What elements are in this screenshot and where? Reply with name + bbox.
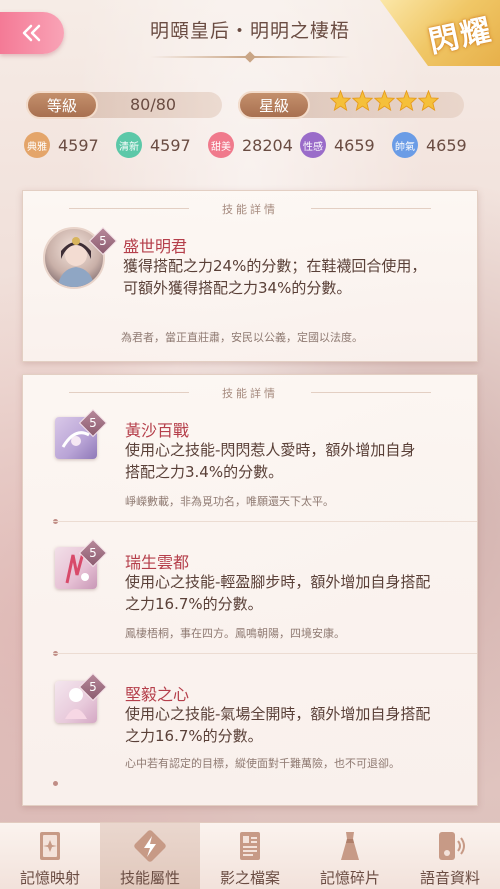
skill-level: 5: [99, 234, 107, 248]
attribute-item: 典雅 4597: [24, 132, 116, 158]
nav-label: 影之檔案: [219, 869, 280, 887]
skill-desc-line2: 之力16.7%的分數。: [125, 595, 263, 613]
title-ornament: [150, 56, 350, 58]
attribute-item: 性感 4659: [300, 132, 392, 158]
card-icon: [40, 832, 60, 860]
level-label: 等級: [26, 91, 98, 119]
skill-divider: [53, 653, 477, 654]
skill-level: 5: [89, 680, 97, 694]
skill-level: 5: [89, 416, 97, 430]
card-header: 技能詳情: [23, 201, 477, 217]
attribute-badge: 性感: [300, 132, 326, 158]
skill-desc-line1: 獲得搭配之力24%的分數；在鞋襪回合使用，: [123, 257, 427, 275]
skill-name: 盛世明君: [123, 237, 188, 256]
lightning-icon: [134, 830, 166, 862]
skill-detail-card: 技能詳情 5 盛世明君 獲得搭配之力24%的分數；在鞋襪回合使用， 可額外獲得搭…: [22, 190, 478, 362]
level-stat: 等級 80/80: [26, 91, 222, 119]
skill-divider: [53, 521, 477, 522]
document-icon: [240, 832, 260, 860]
star-icon: [418, 90, 439, 111]
star-rating: [330, 90, 439, 111]
attribute-value: 4659: [426, 135, 467, 155]
header: 明頤皇后・明明之棲梧 閃耀: [0, 0, 500, 70]
star-icon: [396, 90, 417, 111]
star-icon: [374, 90, 395, 111]
skill-flavor-text: 為君者，當正直莊肅，安民以公義，定國以法度。: [121, 331, 363, 344]
nav-label: 語音資料: [419, 869, 480, 887]
nav-label: 記憶碎片: [319, 869, 380, 887]
nav-label: 技能屬性: [119, 869, 180, 887]
nav-item-skill-attributes[interactable]: 技能屬性: [100, 823, 200, 889]
skill-flavor-text: 鳳棲梧桐，事在四方。鳳鳴朝陽，四境安康。: [125, 627, 345, 640]
nav-item-memory-map[interactable]: 記憶映射: [0, 823, 100, 889]
dress-icon: [341, 832, 359, 860]
skill-desc-line2: 搭配之力3.4%的分數。: [125, 463, 284, 481]
nav-item-voice-data[interactable]: 語音資料: [400, 823, 500, 889]
phone-speaker-icon: [439, 832, 465, 860]
level-value: 80/80: [130, 95, 177, 114]
attribute-item: 帥氣 4659: [392, 132, 484, 158]
skill-desc-line2: 可額外獲得搭配之力34%的分數。: [123, 279, 352, 297]
star-stat: 星級: [238, 90, 464, 119]
skill-flavor-text: 心中若有認定的目標，縱使面對千難萬險，也不可退卻。: [125, 757, 400, 770]
skill-name: 堅毅之心: [125, 685, 190, 704]
nav-item-memory-fragments[interactable]: 記憶碎片: [300, 823, 400, 889]
attribute-badge: 帥氣: [392, 132, 418, 158]
attribute-badge: 典雅: [24, 132, 50, 158]
skill-name: 黃沙百戰: [125, 421, 190, 440]
skill-desc-line1: 使用心之技能-輕盈腳步時，額外增加自身搭配: [125, 573, 431, 591]
skill-list-card: 技能詳情 5 黃沙百戰 使用心之技能-閃閃惹人愛時，額外增加自身 搭配之力3.4…: [22, 374, 478, 806]
attribute-item: 清新 4597: [116, 132, 208, 158]
attribute-badge: 甜美: [208, 132, 234, 158]
attribute-row: 典雅 4597 清新 4597 甜美 28204 性感 4659 帥氣 4659: [24, 132, 484, 158]
rarity-badge-label: 閃耀: [425, 12, 496, 61]
attribute-badge: 清新: [116, 132, 142, 158]
nav-item-shadow-archive[interactable]: 影之檔案: [200, 823, 300, 889]
skill-desc-line1: 使用心之技能-閃閃惹人愛時，額外增加自身: [125, 441, 416, 459]
star-icon: [352, 90, 373, 111]
attribute-value: 4597: [150, 135, 191, 155]
star-label: 星級: [238, 91, 310, 119]
attribute-value: 4597: [58, 135, 99, 155]
divider-dot: [53, 781, 58, 786]
card-header: 技能詳情: [23, 385, 477, 401]
skill-level: 5: [89, 546, 97, 560]
star-icon: [330, 90, 351, 111]
attribute-value: 28204: [242, 135, 293, 155]
skill-desc-line2: 之力16.7%的分數。: [125, 727, 263, 745]
skill-desc-line1: 使用心之技能-氣場全開時，額外增加自身搭配: [125, 705, 431, 723]
attribute-value: 4659: [334, 135, 375, 155]
attribute-item: 甜美 28204: [208, 132, 300, 158]
nav-label: 記憶映射: [19, 869, 80, 887]
skill-name: 瑞生雲都: [125, 553, 190, 572]
bottom-nav: 記憶映射 技能屬性 影之檔案 記憶碎片 語音資料: [0, 822, 500, 889]
skill-flavor-text: 崢嶸數載，非為覓功名，唯願還天下太平。: [125, 495, 334, 508]
